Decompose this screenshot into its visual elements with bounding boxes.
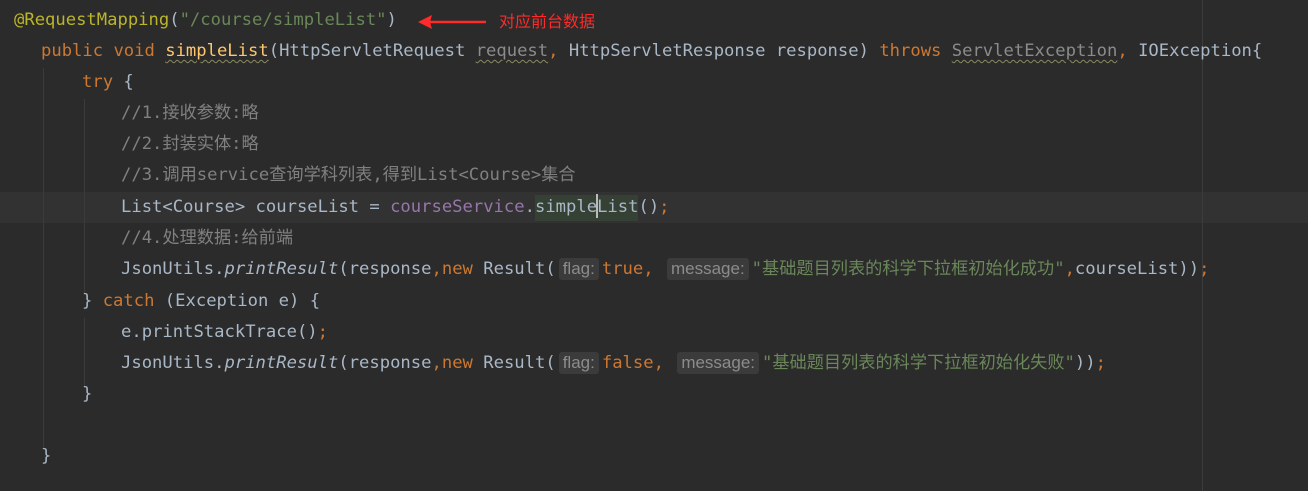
method-name: simpleList [165, 41, 269, 61]
keyword: throws [879, 41, 942, 61]
keyword: true [601, 259, 644, 279]
code-editor[interactable]: @RequestMapping("/course/simpleList") pu… [0, 0, 1308, 491]
class-name: Result [483, 353, 546, 373]
code-line-close-catch[interactable]: } [82, 379, 92, 410]
annotation: @RequestMapping [14, 10, 170, 30]
code-line-print-success[interactable]: JsonUtils.printResult(response,new Resul… [121, 254, 1209, 285]
keyword: false [601, 353, 654, 373]
indent-guide [84, 318, 85, 388]
variable-name: e [278, 291, 290, 311]
variable-name: e [121, 322, 132, 342]
code-comment[interactable]: //3.调用service查询学科列表,得到List<Course>集合 [121, 160, 576, 191]
static-method-call: printResult [224, 353, 339, 373]
parameter-hint-flag: flag: [558, 258, 599, 280]
method-call: printStackTrace [141, 322, 297, 342]
keyword: new [441, 353, 473, 373]
code-line-print-failure[interactable]: JsonUtils.printResult(response,new Resul… [121, 348, 1106, 379]
code-line-catch[interactable]: } catch (Exception e) { [82, 286, 320, 317]
exception-name: IOException [1138, 41, 1252, 61]
right-margin-guide [1202, 0, 1203, 491]
param-name-unused: request [475, 41, 549, 61]
class-name: Result [483, 259, 546, 279]
code-line-print-stack[interactable]: e.printStackTrace(); [121, 317, 328, 348]
class-name: JsonUtils [121, 259, 215, 279]
string-literal: "基础题目列表的科学下拉框初始化失败" [762, 353, 1075, 373]
field-name: courseService [390, 197, 525, 217]
keyword: public [41, 41, 104, 61]
argument: response [348, 259, 432, 279]
method-call-highlight: simpleList [534, 194, 639, 221]
keyword: try [82, 72, 114, 92]
indent-guide [84, 99, 85, 294]
keyword: new [441, 259, 473, 279]
parameter-hint-message: message: [666, 258, 749, 280]
argument: response [348, 353, 432, 373]
code-line-close-method[interactable]: } [41, 441, 51, 472]
param-type: HttpServletResponse [568, 41, 766, 61]
code-line-annotation[interactable]: @RequestMapping("/course/simpleList") [14, 5, 397, 36]
code-comment[interactable]: //1.接收参数:略 [121, 98, 259, 129]
argument: courseList [1074, 259, 1179, 279]
param-name: response [775, 41, 859, 61]
code-comment[interactable]: //2.封装实体:略 [121, 129, 259, 160]
static-method-call: printResult [224, 259, 339, 279]
string-literal: "基础题目列表的科学下拉框初始化成功" [751, 259, 1065, 279]
code-line-method-signature[interactable]: public void simpleList(HttpServletReques… [41, 36, 1262, 67]
parameter-hint-message: message: [677, 352, 760, 374]
param-type: HttpServletRequest [279, 41, 466, 61]
parameter-hint-flag: flag: [558, 352, 599, 374]
keyword: void [113, 41, 155, 61]
mapping-path-string: "/course/simpleList" [179, 10, 387, 30]
exception-type: Exception [175, 291, 269, 311]
keyword: catch [102, 291, 155, 311]
code-line-service-call[interactable]: List<Course> courseList = courseService.… [121, 192, 670, 223]
code-comment[interactable]: //4.处理数据:给前端 [121, 223, 293, 254]
exception-name-unused: ServletException [951, 41, 1118, 61]
variable-name: courseList [255, 197, 360, 217]
code-line-try[interactable]: try { [82, 67, 134, 98]
indent-guide [43, 68, 44, 448]
type-name: List<Course> [121, 197, 246, 217]
callout-label: 对应前台数据 [499, 12, 596, 31]
class-name: JsonUtils [121, 353, 215, 373]
red-arrow-icon [418, 15, 486, 29]
